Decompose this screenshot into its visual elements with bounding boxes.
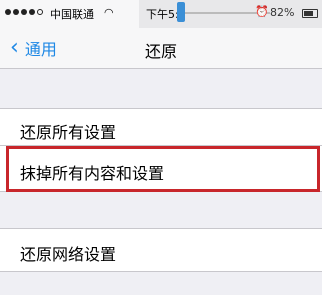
reset-network-settings-label: 还原网络设置	[20, 245, 117, 264]
status-bar: 中国联通 ◠ 下午5: ⏰ 82%	[0, 0, 322, 28]
time-label: 下午5:	[146, 8, 179, 21]
wifi-icon: ◠	[104, 6, 114, 19]
alarm-icon: ⏰	[255, 5, 269, 18]
page-title: 还原	[144, 42, 177, 61]
scrubber-knob[interactable]	[177, 2, 185, 22]
carrier-label: 中国联通	[50, 8, 94, 21]
reset-all-settings-cell[interactable]: 还原所有设置	[0, 108, 322, 146]
navigation-bar: ‹ 通用 还原	[0, 28, 322, 69]
battery-icon	[302, 9, 318, 18]
erase-all-content-label: 抹掉所有内容和设置	[20, 164, 165, 183]
reset-all-settings-label: 还原所有设置	[20, 123, 117, 142]
reset-network-settings-cell[interactable]: 还原网络设置	[0, 228, 322, 272]
signal-strength-icon	[5, 9, 43, 15]
battery-percentage: 82%	[270, 6, 295, 19]
erase-all-content-cell[interactable]: 抹掉所有内容和设置	[0, 146, 322, 192]
